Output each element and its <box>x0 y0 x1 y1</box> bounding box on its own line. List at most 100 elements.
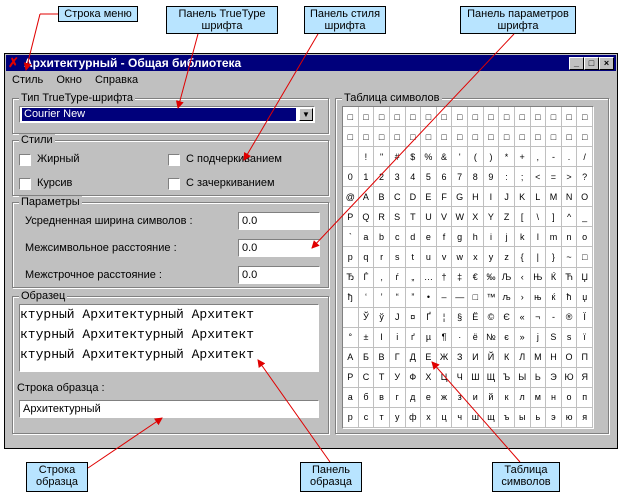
char-cell[interactable]: Ґ <box>421 307 437 328</box>
chevron-down-icon[interactable]: ▼ <box>299 108 313 121</box>
char-cell[interactable]: * <box>499 147 515 168</box>
char-cell[interactable]: e <box>421 227 437 248</box>
char-cell[interactable]: □ <box>343 107 359 128</box>
char-cell[interactable]: К <box>499 347 515 368</box>
char-cell[interactable]: г <box>389 387 406 408</box>
char-cell[interactable]: П <box>577 347 593 368</box>
char-cell[interactable]: ж <box>436 387 453 408</box>
char-cell[interactable]: " <box>374 147 390 168</box>
char-cell[interactable]: д <box>405 387 422 408</box>
char-cell[interactable]: › <box>514 287 531 308</box>
line-spacing-field[interactable]: 0.0 <box>238 266 320 284</box>
char-cell[interactable]: Ш <box>468 367 484 388</box>
char-cell[interactable]: к <box>499 387 515 408</box>
char-cell[interactable]: э <box>546 407 562 428</box>
char-cell[interactable]: ѕ <box>561 327 578 348</box>
char-cell[interactable]: ђ <box>343 287 359 308</box>
char-cell[interactable]: 3 <box>389 167 406 188</box>
char-spacing-field[interactable]: 0.0 <box>238 239 320 257</box>
char-cell[interactable]: 0 <box>343 167 359 188</box>
char-cell[interactable]: ‹ <box>514 267 531 288</box>
char-cell[interactable]: X <box>468 207 484 228</box>
char-cell[interactable]: 8 <box>468 167 484 188</box>
char-cell[interactable]: А <box>343 347 359 368</box>
char-cell[interactable]: C <box>389 187 406 208</box>
char-cell[interactable]: v <box>436 247 453 268</box>
char-cell[interactable]: s <box>389 247 406 268</box>
char-cell[interactable]: “ <box>389 287 406 308</box>
char-cell[interactable]: l <box>530 227 547 248</box>
char-cell[interactable]: □ <box>546 107 562 128</box>
char-cell[interactable]: \ <box>530 207 547 228</box>
char-cell[interactable]: µ <box>421 327 437 348</box>
char-cell[interactable]: Ј <box>389 307 406 328</box>
char-cell[interactable]: □ <box>499 127 515 148</box>
char-cell[interactable]: □ <box>436 127 453 148</box>
char-cell[interactable]: t <box>405 247 422 268</box>
char-cell[interactable]: □ <box>452 127 468 148</box>
char-cell[interactable]: М <box>530 347 547 368</box>
char-cell[interactable]: p <box>343 247 359 268</box>
char-cell[interactable]: f <box>436 227 453 248</box>
char-cell[interactable]: i <box>483 227 500 248</box>
char-cell[interactable]: у <box>389 407 406 428</box>
char-cell[interactable]: 5 <box>421 167 437 188</box>
char-cell[interactable]: В <box>374 347 390 368</box>
char-cell[interactable]: — <box>452 287 468 308</box>
char-cell[interactable]: □ <box>389 127 406 148</box>
char-cell[interactable]: … <box>421 267 437 288</box>
char-cell[interactable]: ¤ <box>405 307 422 328</box>
char-cell[interactable]: њ <box>530 287 547 308</box>
char-cell[interactable]: Q <box>358 207 375 228</box>
char-cell[interactable]: Њ <box>530 267 547 288</box>
char-cell[interactable]: Ф <box>405 367 422 388</box>
char-cell[interactable]: м <box>530 387 547 408</box>
char-cell[interactable]: x <box>468 247 484 268</box>
char-cell[interactable]: □ <box>468 107 484 128</box>
char-cell[interactable]: € <box>468 267 484 288</box>
char-cell[interactable]: y <box>483 247 500 268</box>
char-cell[interactable]: □ <box>514 127 531 148</box>
char-cell[interactable]: Г <box>389 347 406 368</box>
char-cell[interactable]: ў <box>374 307 390 328</box>
char-cell[interactable]: Ю <box>561 367 578 388</box>
char-cell[interactable]: □ <box>561 107 578 128</box>
char-cell[interactable]: З <box>452 347 468 368</box>
char-cell[interactable]: ~ <box>561 247 578 268</box>
char-cell[interactable]: в <box>374 387 390 408</box>
char-cell[interactable]: □ <box>483 127 500 148</box>
char-cell[interactable]: o <box>577 227 593 248</box>
char-cell[interactable]: ” <box>405 287 422 308</box>
char-cell[interactable]: □ <box>499 107 515 128</box>
char-cell[interactable]: □ <box>389 107 406 128</box>
char-cell[interactable]: І <box>374 327 390 348</box>
char-cell[interactable]: □ <box>374 107 390 128</box>
char-cell[interactable]: S <box>389 207 406 228</box>
char-cell[interactable]: • <box>421 287 437 308</box>
char-cell[interactable]: g <box>452 227 468 248</box>
char-cell[interactable]: ц <box>436 407 453 428</box>
char-cell[interactable]: w <box>452 247 468 268</box>
char-cell[interactable]: B <box>374 187 390 208</box>
char-cell[interactable]: - <box>546 307 562 328</box>
char-cell[interactable]: Э <box>546 367 562 388</box>
char-cell[interactable]: п <box>577 387 593 408</box>
char-cell[interactable]: з <box>452 387 468 408</box>
char-cell[interactable]: Ч <box>452 367 468 388</box>
char-cell[interactable]: ¦ <box>436 307 453 328</box>
app-icon[interactable]: ✗ <box>8 56 22 70</box>
char-cell[interactable]: < <box>530 167 547 188</box>
char-cell[interactable]: c <box>389 227 406 248</box>
char-cell[interactable]: I <box>483 187 500 208</box>
char-cell[interactable]: е <box>421 387 437 408</box>
char-cell[interactable]: ю <box>561 407 578 428</box>
char-cell[interactable]: : <box>499 167 515 188</box>
char-cell[interactable]: ґ <box>405 327 422 348</box>
char-cell[interactable]: 6 <box>436 167 453 188</box>
char-cell[interactable]: Б <box>358 347 375 368</box>
char-cell[interactable]: № <box>483 327 500 348</box>
char-cell[interactable]: Џ <box>577 267 593 288</box>
char-cell[interactable]: Е <box>421 347 437 368</box>
char-cell[interactable]: > <box>561 167 578 188</box>
char-cell[interactable]: □ <box>405 127 422 148</box>
